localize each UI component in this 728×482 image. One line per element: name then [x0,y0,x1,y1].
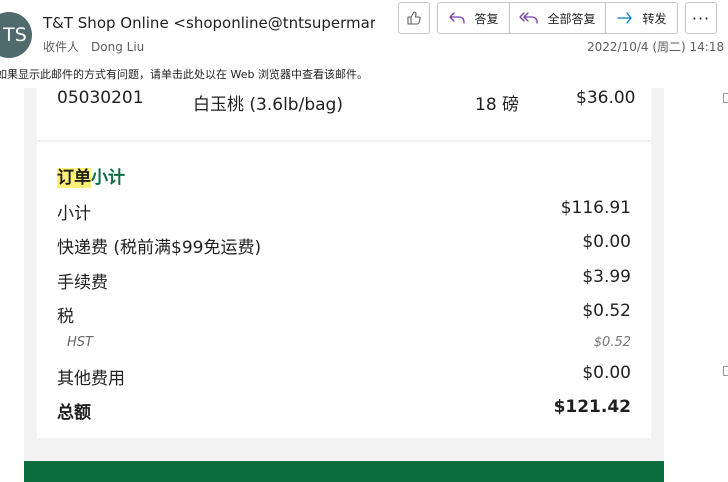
handling-fee-value: $3.99 [582,267,631,287]
handling-fee-label: 手续费 [57,273,108,293]
total-value: $121.42 [553,397,631,417]
scrollbar-marker [723,93,728,103]
shipping-value: $0.00 [582,232,631,252]
like-button[interactable] [398,2,430,34]
item-quantity: 18 磅 [475,95,520,115]
forward-button[interactable]: 转发 [605,2,678,34]
other-fees-value: $0.00 [582,363,631,383]
recipient-name[interactable]: Dong Liu [91,40,144,54]
hst-value: $0.52 [593,335,631,350]
tax-value: $0.52 [582,301,631,321]
reply-all-button[interactable]: 全部答复 [509,2,606,34]
more-actions-button[interactable]: ··· [685,2,717,34]
order-summary-card [37,142,651,438]
subtotal-label: 小计 [57,204,91,224]
other-fees-label: 其他费用 [57,369,125,389]
reply-button[interactable]: 答复 [437,2,510,34]
tax-label: 税 [57,307,74,327]
reply-all-label: 全部答复 [547,11,596,26]
thumbs-up-icon [406,10,422,26]
reply-icon [448,11,466,25]
forward-icon [616,11,634,25]
heading-highlight: 订单 [57,168,91,188]
received-date: 2022/10/4 (周二) 14:18 [587,40,725,54]
hst-label: HST [67,335,93,350]
scrollbar-marker [723,366,728,376]
reply-all-icon [519,11,539,25]
forward-label: 转发 [642,11,667,26]
item-name: 白玉桃 (3.6lb/bag) [193,95,343,115]
footer-brand-bar [24,461,664,482]
to-label: 收件人 [43,40,80,54]
item-code: 05030201 [57,88,144,108]
shipping-label: 快递费 (税前满$99免运费) [57,238,262,258]
more-icon: ··· [691,8,711,28]
subtotal-value: $116.91 [560,198,631,218]
avatar: TS [0,12,32,58]
view-in-browser-notice[interactable]: 如果显示此邮件的方式有问题，请单击此处以在 Web 浏览器中查看该邮件。 [0,66,368,82]
item-price: $36.00 [576,88,636,108]
total-label: 总额 [57,403,91,423]
reply-label: 答复 [474,11,499,26]
recipient-row: 收件人 Dong Liu [43,38,144,55]
sender[interactable]: T&T Shop Online <shoponline@tntsupermark… [43,14,375,32]
heading-rest: 小计 [91,168,125,188]
order-subtotal-heading: 订单小计 [57,163,125,188]
